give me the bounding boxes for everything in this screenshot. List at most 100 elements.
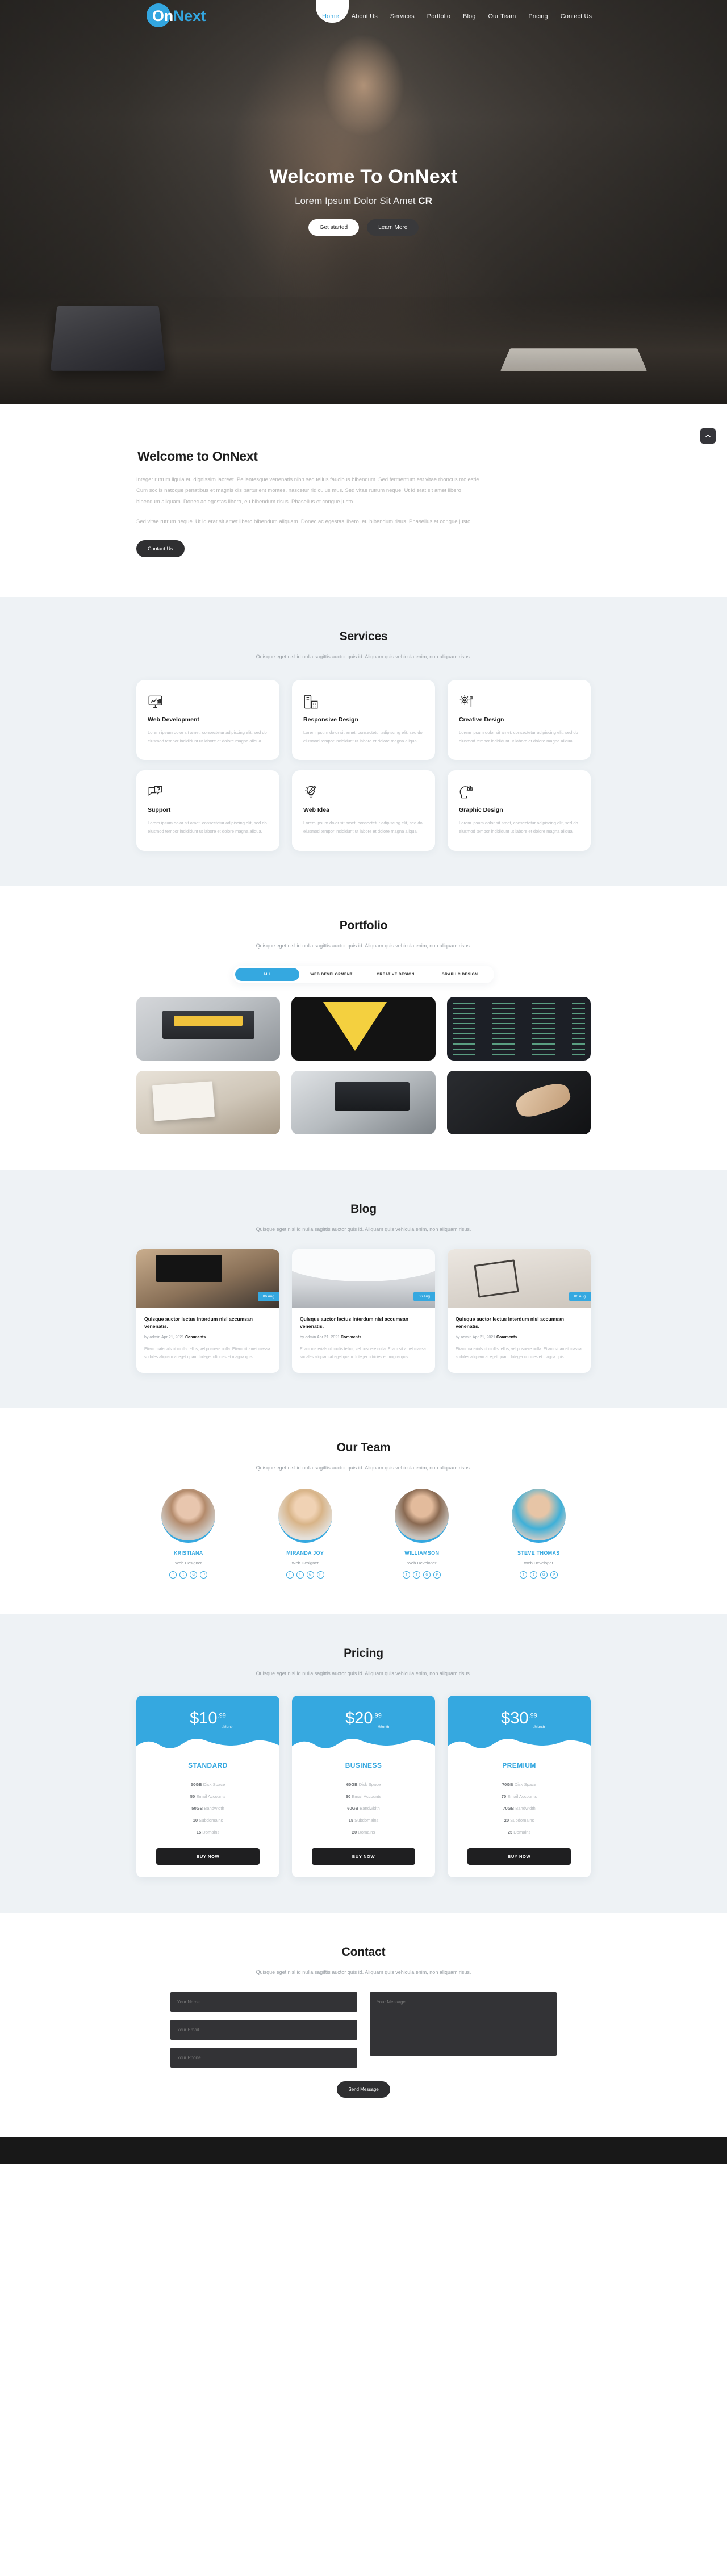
blog-post-meta: by admin Apr 21, 2021 Comments: [456, 1335, 583, 1339]
mobile-building-icon: [303, 692, 424, 709]
facebook-icon[interactable]: f: [403, 1571, 411, 1579]
pinterest-icon[interactable]: P: [550, 1571, 558, 1579]
team-member-card[interactable]: MIRANDA JOY Web Designer f t G P: [253, 1489, 358, 1579]
portfolio-item-flatlay-desk-notebook[interactable]: [136, 1070, 281, 1134]
portfolio-item-hand-drawing-dark[interactable]: [446, 1070, 591, 1134]
feature-value: 60GB: [347, 1806, 359, 1811]
google-plus-icon[interactable]: G: [540, 1571, 548, 1579]
blog-meta-comments[interactable]: Comments: [185, 1335, 206, 1339]
team-member-name: STEVE THOMAS: [517, 1550, 560, 1556]
blog-meta-comments[interactable]: Comments: [496, 1335, 517, 1339]
team-social-links: f t G P: [136, 1571, 241, 1579]
blog-post-card[interactable]: 06 Aug Quisque auctor lectus interdum ni…: [448, 1249, 591, 1373]
site-logo[interactable]: OnNext: [147, 2, 206, 30]
twitter-icon[interactable]: t: [179, 1571, 187, 1579]
main-nav: Home About Us Services Portfolio Blog Ou…: [316, 0, 598, 33]
team-member-card[interactable]: STEVE THOMAS Web Developer f t G P: [487, 1489, 591, 1579]
hero-subtitle-emphasis: CR: [418, 195, 432, 206]
message-textarea[interactable]: [370, 1992, 557, 2056]
contact-title: Contact: [341, 1945, 386, 1959]
facebook-icon[interactable]: f: [519, 1571, 527, 1579]
buy-now-button-premium[interactable]: BUY NOW: [467, 1848, 571, 1865]
nav-item-services[interactable]: Services: [384, 10, 421, 23]
pricing-card-business[interactable]: $20.99 /Month BUSINESS 60GB Disk Space 6…: [292, 1696, 435, 1878]
portfolio-item-designer-monitor-setup[interactable]: [291, 1070, 436, 1134]
email-input[interactable]: [170, 2020, 357, 2040]
blog-thumbnail-bike-shop: 06 Aug: [136, 1249, 279, 1308]
service-title: Graphic Design: [459, 807, 503, 814]
pricing-card-header: $30.99 /Month: [448, 1696, 591, 1751]
get-started-button[interactable]: Get started: [308, 219, 360, 236]
hero-laptop-prop: [50, 306, 166, 371]
blog-post-card[interactable]: 06 Aug Quisque auctor lectus interdum ni…: [292, 1249, 435, 1373]
buy-now-button-business[interactable]: BUY NOW: [312, 1848, 415, 1865]
facebook-icon[interactable]: f: [169, 1571, 177, 1579]
pinterest-icon[interactable]: P: [200, 1571, 208, 1579]
twitter-icon[interactable]: t: [413, 1571, 421, 1579]
pricing-card-premium[interactable]: $30.99 /Month PREMIUM 70GB Disk Space 70…: [448, 1696, 591, 1878]
feature-label: Subdomains: [353, 1818, 379, 1823]
pinterest-icon[interactable]: P: [316, 1571, 324, 1579]
pricing-amount-value: $10: [190, 1709, 218, 1728]
team-member-card[interactable]: WILLIAMSON Web Developer f t G P: [370, 1489, 474, 1579]
about-paragraph-2: Sed vitae rutrum neque. Ut id erat sit a…: [136, 519, 472, 525]
blog-post-card[interactable]: 06 Aug Quisque auctor lectus interdum ni…: [136, 1249, 279, 1373]
service-card-graphic-design[interactable]: Graphic Design Lorem ipsum dolor sit ame…: [448, 770, 591, 851]
portfolio-filter-creative-design[interactable]: CREATIVE DESIGN: [364, 968, 428, 981]
service-card-creative-design[interactable]: Creative Design Lorem ipsum dolor sit am…: [448, 679, 591, 761]
portfolio-item-workspace-laptop-desk[interactable]: [136, 996, 281, 1061]
twitter-icon[interactable]: t: [296, 1571, 304, 1579]
team-member-name: MIRANDA JOY: [286, 1550, 324, 1556]
pricing-card-standard[interactable]: $10.99 /Month STANDARD 50GB Disk Space 5…: [136, 1696, 279, 1878]
nav-item-contact-us[interactable]: Contect Us: [554, 10, 598, 23]
service-title: Web Development: [148, 716, 199, 723]
portfolio-header: Portfolio Quisque eget nisl id nulla sag…: [0, 919, 727, 949]
feature-label: Disk Space: [202, 1782, 225, 1788]
google-plus-icon[interactable]: G: [190, 1571, 198, 1579]
scroll-to-top-button[interactable]: [700, 428, 716, 444]
about-contact-us-button[interactable]: Contact Us: [136, 540, 185, 557]
service-card-web-idea[interactable]: Web Idea Lorem ipsum dolor sit amet, con…: [292, 770, 435, 851]
pricing-header: Pricing Quisque eget nisl id nulla sagit…: [0, 1647, 727, 1676]
service-description: Lorem ipsum dolor sit amet, consectetur …: [459, 820, 578, 834]
send-message-button[interactable]: Send Message: [337, 2081, 390, 2098]
nav-item-our-team[interactable]: Our Team: [482, 10, 522, 23]
learn-more-button[interactable]: Learn More: [367, 219, 419, 236]
feature-value: 60GB: [346, 1782, 358, 1788]
team-member-card[interactable]: KRISTIANA Web Designer f t G P: [136, 1489, 241, 1579]
service-card-responsive-design[interactable]: Responsive Design Lorem ipsum dolor sit …: [292, 679, 435, 761]
service-card-web-development[interactable]: Web Development Lorem ipsum dolor sit am…: [136, 679, 279, 761]
feature-value: 20: [504, 1818, 509, 1823]
pricing-feature-item: 70GB Bandwidth: [448, 1802, 591, 1814]
nav-item-home[interactable]: Home: [316, 10, 345, 23]
portfolio-filter-all[interactable]: ALL: [235, 967, 299, 981]
service-card-support[interactable]: Support Lorem ipsum dolor sit amet, cons…: [136, 770, 279, 851]
feature-label: Domains: [201, 1830, 220, 1835]
blog-meta-comments[interactable]: Comments: [341, 1335, 361, 1339]
feature-label: Disk Space: [357, 1782, 381, 1788]
blog-post-title: Quisque auctor lectus interdum nisl accu…: [456, 1316, 565, 1329]
nav-item-about-us[interactable]: About Us: [345, 10, 384, 23]
google-plus-icon[interactable]: G: [423, 1571, 431, 1579]
service-description: Lorem ipsum dolor sit amet, consectetur …: [459, 729, 578, 744]
team-social-links: f t G P: [253, 1571, 358, 1579]
portfolio-item-yellow-geometric-shape[interactable]: [291, 996, 436, 1061]
pinterest-icon[interactable]: P: [433, 1571, 441, 1579]
nav-item-portfolio[interactable]: Portfolio: [421, 10, 457, 23]
portfolio-filter-web-development[interactable]: WEB DEVELOPMENT: [299, 968, 364, 981]
portfolio-item-code-editor-screen[interactable]: [446, 996, 591, 1061]
google-plus-icon[interactable]: G: [306, 1571, 314, 1579]
nav-item-pricing[interactable]: Pricing: [522, 10, 554, 23]
name-input[interactable]: [170, 1992, 357, 2013]
phone-input[interactable]: [170, 2048, 357, 2068]
team-section: Our Team Quisque eget nisl id nulla sagi…: [0, 1408, 727, 1614]
nav-item-blog[interactable]: Blog: [457, 10, 482, 23]
twitter-icon[interactable]: t: [529, 1571, 537, 1579]
portfolio-filter-tabs: ALL WEB DEVELOPMENT CREATIVE DESIGN GRAP…: [233, 965, 494, 983]
facebook-icon[interactable]: f: [286, 1571, 294, 1579]
portfolio-filter-graphic-design[interactable]: GRAPHIC DESIGN: [428, 968, 492, 981]
feature-label: Subdomains: [509, 1818, 534, 1823]
buy-now-button-standard[interactable]: BUY NOW: [156, 1848, 260, 1865]
blog-post-excerpt: Etiam materials ut mollis tellus, vel po…: [456, 1347, 582, 1360]
feature-value: 70GB: [502, 1782, 513, 1788]
